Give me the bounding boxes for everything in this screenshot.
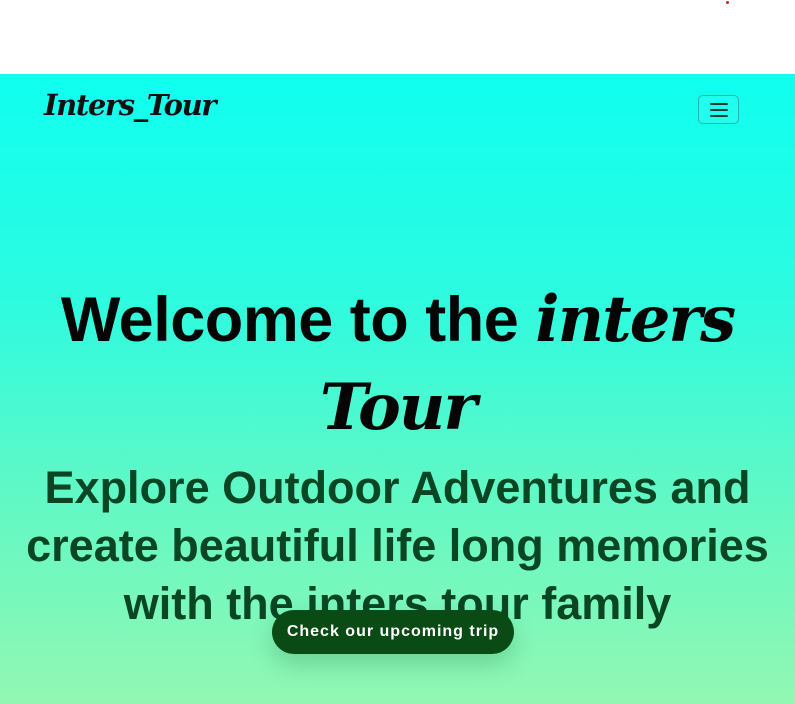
hamburger-menu-icon: [709, 102, 728, 117]
navbar: Inters_Tour: [0, 74, 795, 146]
headline-script-inters: inters: [535, 282, 736, 358]
headline-prefix: Welcome to the: [60, 285, 519, 356]
upcoming-trip-button[interactable]: Check our upcoming trip: [272, 610, 514, 654]
top-white-strip: [0, 0, 795, 74]
hero-headline: Welcome to the inters Tour: [0, 276, 795, 452]
hero-section: Inters_Tour Welcome to the inters Tour E…: [0, 74, 795, 704]
hero-subheadline: Explore Outdoor Adventures and create be…: [26, 462, 769, 629]
headline-script-tour: Tour: [319, 370, 477, 446]
red-dot-marker: [726, 1, 729, 4]
brand-logo[interactable]: Inters_Tour: [44, 88, 217, 122]
menu-toggle-button[interactable]: [698, 95, 739, 124]
